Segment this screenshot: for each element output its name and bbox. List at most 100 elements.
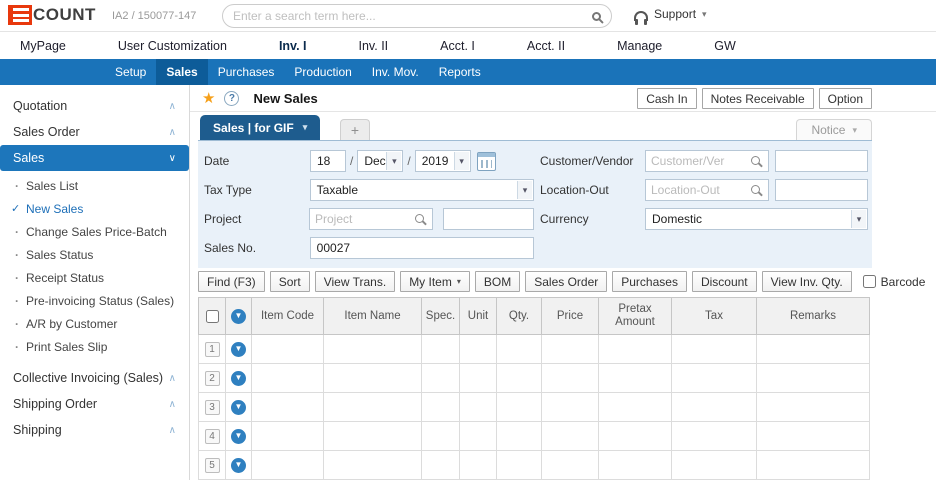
insert-row-icon[interactable]: [231, 458, 246, 473]
help-icon[interactable]: ?: [224, 91, 239, 106]
calendar-icon[interactable]: [477, 152, 496, 171]
cell-remarks[interactable]: [757, 393, 870, 422]
cell-remarks[interactable]: [757, 422, 870, 451]
cell-pretax-amount[interactable]: [599, 335, 672, 364]
row-number[interactable]: 4: [205, 429, 220, 444]
sales-no-input[interactable]: [310, 237, 534, 259]
support-menu[interactable]: Support ▾: [634, 7, 707, 21]
cell-unit[interactable]: [460, 422, 497, 451]
notes-receivable-button[interactable]: Notes Receivable: [702, 88, 814, 109]
purchases-button[interactable]: Purchases: [612, 271, 687, 292]
search-icon[interactable]: [751, 185, 760, 194]
sidebar-group-collective-invoicing[interactable]: Collective Invoicing (Sales) ∧: [0, 365, 189, 391]
find-button[interactable]: Find (F3): [198, 271, 265, 292]
search-icon[interactable]: [751, 156, 760, 165]
sidebar-group-shipping-order[interactable]: Shipping Order ∧: [0, 391, 189, 417]
cell-price[interactable]: [542, 451, 599, 480]
ecount-logo[interactable]: COUNT: [8, 5, 96, 25]
sidebar-item-new-sales[interactable]: ✓ New Sales: [0, 198, 186, 221]
sidebar-item-change-sales-price-batch[interactable]: Change Sales Price-Batch: [0, 221, 186, 244]
date-year-select[interactable]: 2019: [415, 150, 471, 172]
barcode-checkbox[interactable]: [863, 275, 876, 288]
option-button[interactable]: Option: [819, 88, 872, 109]
view-trans-button[interactable]: View Trans.: [315, 271, 395, 292]
cell-pretax-amount[interactable]: [599, 364, 672, 393]
cash-in-button[interactable]: Cash In: [637, 88, 696, 109]
cell-pretax-amount[interactable]: [599, 451, 672, 480]
row-number[interactable]: 1: [205, 342, 220, 357]
subnav-inv-mov[interactable]: Inv. Mov.: [362, 59, 429, 85]
nav-acct-1[interactable]: Acct. I: [440, 39, 475, 53]
cell-spec[interactable]: [422, 393, 460, 422]
cell-remarks[interactable]: [757, 451, 870, 480]
sidebar-item-receipt-status[interactable]: Receipt Status: [0, 267, 186, 290]
sidebar-item-ar-by-customer[interactable]: A/R by Customer: [0, 313, 186, 336]
search-icon[interactable]: [592, 12, 601, 21]
cell-price[interactable]: [542, 393, 599, 422]
currency-select[interactable]: Domestic: [645, 208, 868, 230]
add-tab-button[interactable]: +: [340, 119, 370, 140]
cell-remarks[interactable]: [757, 364, 870, 393]
cell-price[interactable]: [542, 422, 599, 451]
select-all-checkbox[interactable]: [206, 310, 219, 323]
cell-unit[interactable]: [460, 451, 497, 480]
cell-qty[interactable]: [497, 335, 542, 364]
insert-row-icon[interactable]: [231, 371, 246, 386]
cell-tax[interactable]: [672, 393, 757, 422]
location-out-name-input[interactable]: [775, 179, 868, 201]
cell-spec[interactable]: [422, 335, 460, 364]
cell-tax[interactable]: [672, 422, 757, 451]
sidebar-group-sales[interactable]: Sales ∨: [0, 145, 189, 171]
project-name-input[interactable]: [443, 208, 534, 230]
discount-button[interactable]: Discount: [692, 271, 757, 292]
sidebar-item-sales-status[interactable]: Sales Status: [0, 244, 186, 267]
cell-price[interactable]: [542, 335, 599, 364]
location-out-input[interactable]: [646, 183, 749, 197]
bom-button[interactable]: BOM: [475, 271, 520, 292]
nav-mypage[interactable]: MyPage: [20, 39, 66, 53]
sidebar-item-print-sales-slip[interactable]: Print Sales Slip: [0, 336, 186, 359]
nav-inv-2[interactable]: Inv. II: [359, 39, 389, 53]
insert-row-icon[interactable]: [231, 342, 246, 357]
cell-item-name[interactable]: [324, 335, 422, 364]
tab-sales-for-gif[interactable]: Sales | for GIF ▾: [200, 115, 320, 140]
cell-pretax-amount[interactable]: [599, 422, 672, 451]
project-input[interactable]: [310, 212, 413, 226]
subnav-reports[interactable]: Reports: [429, 59, 491, 85]
subnav-purchases[interactable]: Purchases: [208, 59, 285, 85]
cell-tax[interactable]: [672, 451, 757, 480]
cell-qty[interactable]: [497, 422, 542, 451]
subnav-setup[interactable]: Setup: [105, 59, 156, 85]
my-item-button[interactable]: My Item ▾: [400, 271, 470, 292]
insert-row-icon[interactable]: [231, 429, 246, 444]
sidebar-group-shipping[interactable]: Shipping ∧: [0, 417, 189, 443]
nav-gw[interactable]: GW: [714, 39, 736, 53]
sidebar-group-quotation[interactable]: Quotation ∧: [0, 93, 189, 119]
insert-row-icon[interactable]: [231, 309, 246, 324]
nav-manage[interactable]: Manage: [617, 39, 662, 53]
customer-vendor-name-input[interactable]: [775, 150, 868, 172]
cell-item-code[interactable]: [252, 393, 324, 422]
date-day-input[interactable]: [310, 150, 346, 172]
cell-unit[interactable]: [460, 335, 497, 364]
date-month-select[interactable]: Dec: [357, 150, 403, 172]
cell-qty[interactable]: [497, 393, 542, 422]
sales-order-button[interactable]: Sales Order: [525, 271, 607, 292]
sidebar-group-sales-order[interactable]: Sales Order ∧: [0, 119, 189, 145]
cell-spec[interactable]: [422, 451, 460, 480]
cell-item-name[interactable]: [324, 393, 422, 422]
sidebar-item-sales-list[interactable]: Sales List: [0, 175, 186, 198]
favorite-star-icon[interactable]: ★: [202, 89, 215, 107]
cell-spec[interactable]: [422, 364, 460, 393]
cell-unit[interactable]: [460, 364, 497, 393]
customer-vendor-input[interactable]: [646, 154, 749, 168]
tax-type-select[interactable]: Taxable: [310, 179, 534, 201]
cell-pretax-amount[interactable]: [599, 393, 672, 422]
row-number[interactable]: 2: [205, 371, 220, 386]
cell-tax[interactable]: [672, 335, 757, 364]
cell-unit[interactable]: [460, 393, 497, 422]
cell-qty[interactable]: [497, 451, 542, 480]
cell-remarks[interactable]: [757, 335, 870, 364]
notice-tab[interactable]: Notice ▾: [796, 119, 872, 140]
cell-item-name[interactable]: [324, 364, 422, 393]
